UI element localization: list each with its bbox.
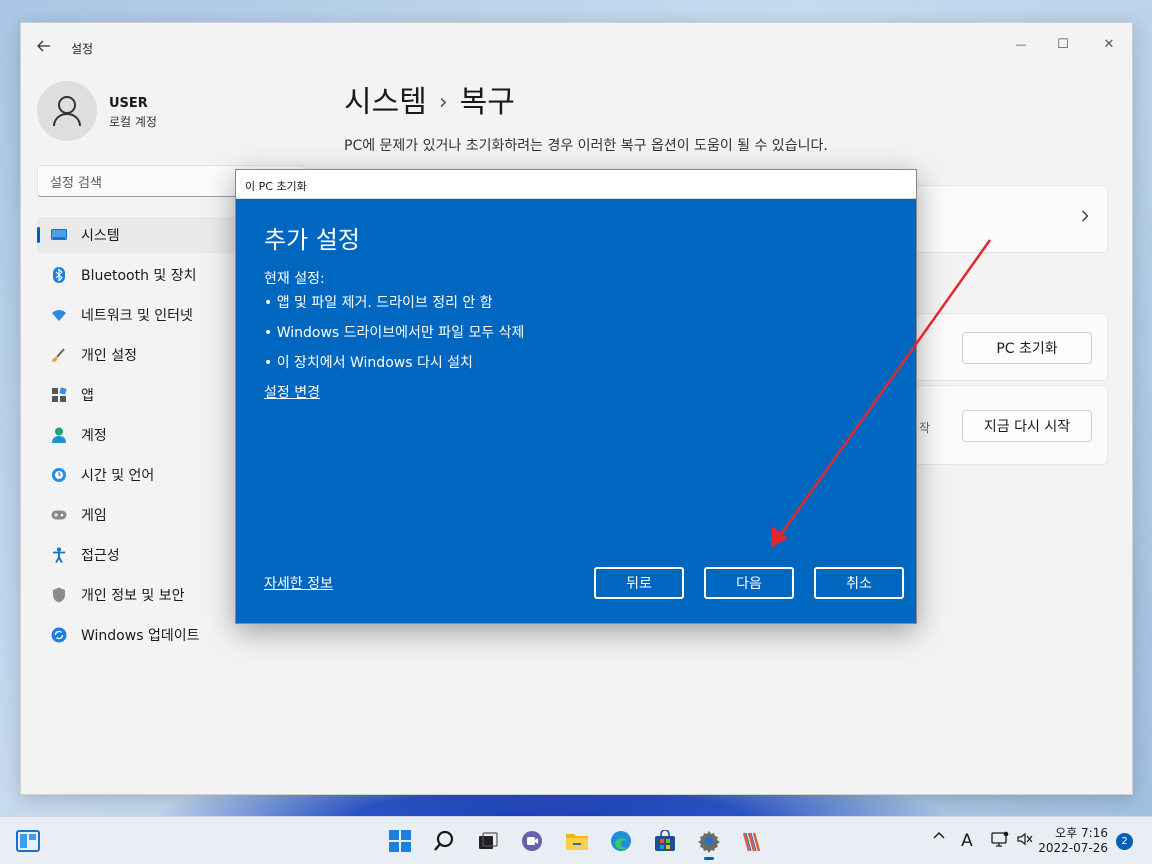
volume-muted-icon[interactable]: [1014, 831, 1036, 847]
account-type: 로컬 계정: [109, 115, 157, 129]
dialog-title: 이 PC 초기화: [236, 170, 916, 199]
system-icon: [51, 227, 67, 243]
user-name: USER: [109, 96, 148, 111]
privacy-shield-icon: [51, 587, 67, 603]
dialog-heading: 추가 설정: [264, 226, 360, 254]
chevron-right-icon: [1082, 210, 1089, 222]
page-title: 시스템 › 복구: [344, 77, 515, 121]
ime-mode-icon[interactable]: A: [957, 831, 977, 851]
back-button[interactable]: [33, 35, 55, 57]
sidebar-item-label: 앱: [81, 388, 94, 404]
chevron-up-icon[interactable]: [930, 831, 948, 839]
change-settings-link[interactable]: 설정 변경: [264, 382, 320, 402]
file-explorer-icon[interactable]: [561, 825, 593, 857]
app-title: 설정: [71, 42, 94, 56]
advanced-startup-text: 작: [919, 421, 931, 435]
gaming-icon: [51, 507, 67, 523]
back-dialog-button[interactable]: 뒤로: [594, 567, 684, 599]
title-bar: 설정 — ☐ ✕: [21, 23, 1132, 69]
sidebar-item-label: 시간 및 언어: [81, 468, 155, 484]
setting-bullet: • Windows 드라이브에서만 파일 모두 삭제: [264, 325, 525, 341]
sidebar-item-label: 접근성: [81, 548, 120, 564]
sidebar-item-label: 네트워크 및 인터넷: [81, 308, 193, 324]
close-button[interactable]: ✕: [1089, 29, 1129, 59]
back-arrow-icon: [37, 40, 50, 52]
reset-pc-dialog: 이 PC 초기화 추가 설정 현재 설정: • 앱 및 파일 제거. 드라이브 …: [235, 169, 917, 624]
clock-date[interactable]: 2022-07-26: [1038, 841, 1108, 855]
pen-app-icon[interactable]: [737, 825, 769, 857]
sidebar-item-label: 시스템: [81, 228, 120, 244]
edge-browser-icon[interactable]: [605, 825, 637, 857]
minimize-icon: —: [1015, 37, 1027, 51]
bluetooth-icon: [51, 267, 67, 283]
sidebar-item-label: Windows 업데이트: [81, 628, 200, 644]
maximize-button[interactable]: ☐: [1043, 29, 1083, 59]
restart-now-button[interactable]: 지금 다시 시작: [962, 410, 1092, 442]
reset-pc-button[interactable]: PC 초기화: [962, 332, 1092, 364]
start-icon[interactable]: [384, 825, 416, 857]
breadcrumb-separator: ›: [438, 90, 448, 115]
settings-gear-icon[interactable]: [693, 825, 725, 860]
setting-bullet: • 이 장치에서 Windows 다시 설치: [264, 355, 473, 371]
taskbar: A 오후 7:16 2022-07-26 2: [0, 816, 1152, 864]
sidebar-item-label: Bluetooth 및 장치: [81, 268, 197, 284]
network-monitor-icon[interactable]: [989, 831, 1011, 847]
avatar[interactable]: [37, 81, 97, 141]
person-icon: [53, 96, 81, 127]
maximize-icon: ☐: [1057, 36, 1069, 52]
accessibility-icon: [51, 547, 67, 563]
sidebar-item-label: 개인 설정: [81, 348, 137, 364]
more-info-link[interactable]: 자세한 정보: [264, 573, 333, 593]
cancel-button[interactable]: 취소: [814, 567, 904, 599]
teams-chat-icon[interactable]: [516, 825, 548, 857]
sidebar-item-label: 게임: [81, 508, 107, 524]
close-icon: ✕: [1103, 36, 1115, 52]
breadcrumb-system[interactable]: 시스템: [344, 85, 427, 120]
time-language-icon: [51, 467, 67, 483]
account-icon: [51, 427, 67, 443]
personalization-icon: [51, 347, 67, 363]
widgets-icon[interactable]: [12, 825, 44, 857]
breadcrumb-recovery: 복구: [459, 85, 515, 120]
next-button[interactable]: 다음: [704, 567, 794, 599]
search-icon[interactable]: [428, 825, 460, 857]
clock-time[interactable]: 오후 7:16: [1055, 824, 1108, 841]
microsoft-store-icon[interactable]: [649, 825, 681, 857]
current-settings-label: 현재 설정:: [264, 271, 325, 287]
windows-update-icon: [51, 627, 67, 643]
notification-badge[interactable]: 2: [1116, 833, 1133, 850]
apps-icon: [51, 387, 67, 403]
sidebar-item-label: 계정: [81, 428, 107, 444]
minimize-button[interactable]: —: [1001, 29, 1041, 59]
wifi-icon: [51, 307, 67, 323]
sidebar-item-label: 개인 정보 및 보안: [81, 588, 185, 604]
task-view-icon[interactable]: [472, 825, 504, 857]
page-description: PC에 문제가 있거나 초기화하려는 경우 이러한 복구 옵션이 도움이 될 수…: [344, 138, 828, 154]
setting-bullet: • 앱 및 파일 제거. 드라이브 정리 안 함: [264, 295, 493, 311]
